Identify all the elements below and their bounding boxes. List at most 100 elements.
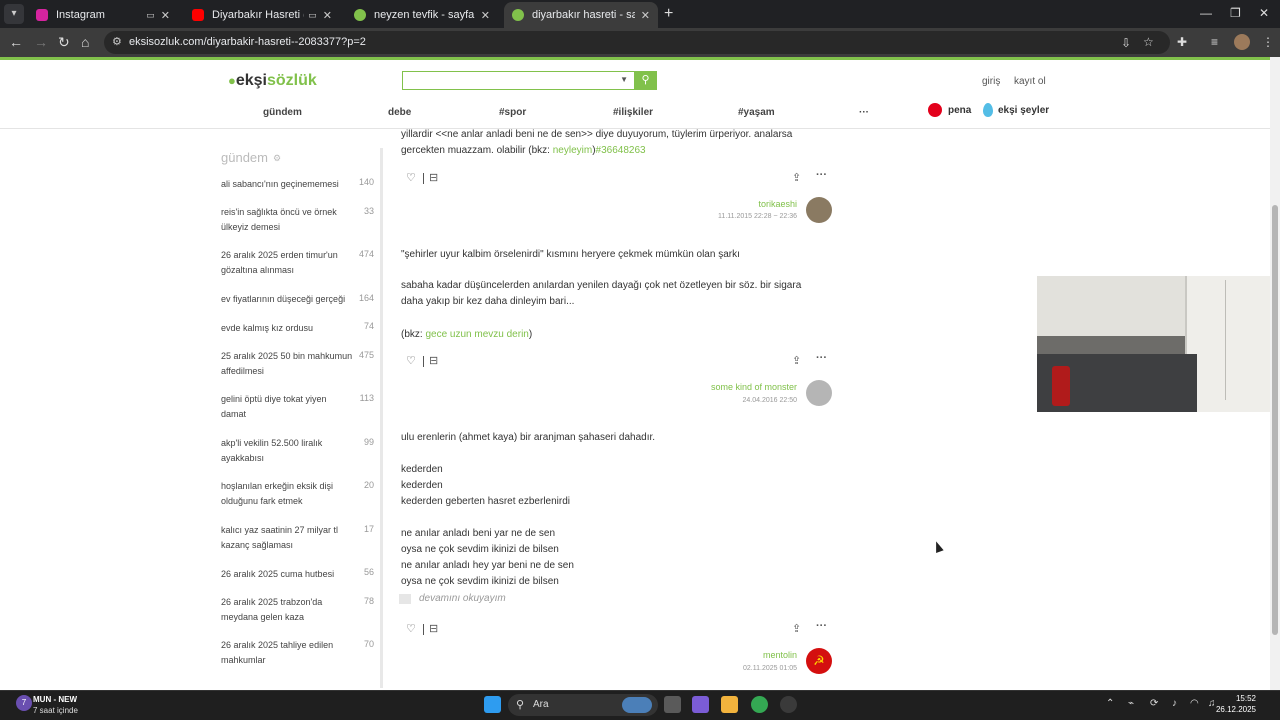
clock-time[interactable]: 15:52	[1236, 694, 1256, 703]
favorite-heart-icon[interactable]: ♡	[406, 171, 416, 184]
nav-iliskiler[interactable]: #ilişkiler	[613, 107, 653, 118]
close-window-icon[interactable]: ✕	[1259, 6, 1269, 20]
file-explorer-icon[interactable]	[721, 696, 738, 713]
volume-icon[interactable]: ♫	[1208, 698, 1216, 709]
bkz-link[interactable]: neyleyim	[553, 145, 592, 156]
eksi-seyler-link[interactable]: ekşi şeyler	[983, 103, 1049, 117]
site-info-icon[interactable]: ⚙	[112, 35, 122, 48]
clock-date[interactable]: 26.12.2025	[1216, 705, 1256, 714]
sidebar-item[interactable]: ali sabancı'nın geçinememesi	[221, 177, 354, 192]
close-tab-icon[interactable]: ✕	[323, 9, 332, 22]
cast-icon[interactable]: ▭	[308, 10, 317, 21]
tray-chevron-icon[interactable]: ⌃	[1106, 698, 1114, 709]
tab-search-chevron-icon[interactable]: ▾	[4, 4, 24, 24]
bkz-link[interactable]: gece uzun mevzu derin	[425, 329, 528, 340]
sidebar-item[interactable]: 25 aralık 2025 50 bin mahkumun affedilme…	[221, 349, 354, 379]
microphone-icon[interactable]: ♪	[1172, 698, 1177, 709]
reload-icon[interactable]: ↻	[58, 34, 70, 51]
entry-date[interactable]: 02.11.2025 01:05	[743, 665, 797, 672]
close-tab-icon[interactable]: ✕	[161, 9, 170, 22]
sidebar-item[interactable]: akp'li vekilin 52.500 liralık ayakkabısı	[221, 436, 354, 466]
favorite-heart-icon[interactable]: ♡	[406, 622, 416, 635]
restore-icon[interactable]: ❐	[1230, 6, 1241, 20]
app-icon[interactable]	[780, 696, 797, 713]
login-link[interactable]: giriş	[982, 76, 1000, 87]
tab-youtube[interactable]: Diyarbakır Hasreti (Ahmet K ▭ ✕	[184, 2, 340, 28]
sidebar-scrollbar[interactable]	[380, 148, 383, 688]
sidebar-item[interactable]: gelini öptü diye tokat yiyen damat	[221, 392, 354, 422]
sidebar-item[interactable]: evde kalmış kız ordusu	[221, 321, 354, 336]
pip-video[interactable]	[1037, 276, 1270, 412]
sidebar-item[interactable]: 26 aralık 2025 erden timur'un gözaltına …	[221, 248, 354, 278]
weather-subtitle[interactable]: 7 saat içinde	[33, 706, 78, 715]
browser-menu-icon[interactable]: ⋮	[1262, 35, 1274, 49]
entry-date[interactable]: 24.04.2016 22:50	[743, 397, 798, 404]
sidebar-title[interactable]: gündem	[221, 150, 268, 165]
search-button[interactable]: ⚲	[634, 71, 657, 90]
more-options-icon[interactable]: ···	[816, 620, 827, 632]
author-avatar[interactable]	[806, 380, 832, 406]
downvote-icon[interactable]: ⊟	[429, 354, 438, 367]
network-icon[interactable]: ⌁	[1128, 698, 1134, 709]
favorite-heart-icon[interactable]: ♡	[406, 354, 416, 367]
new-tab-button[interactable]: +	[664, 5, 673, 23]
nav-yasam[interactable]: #yaşam	[738, 107, 775, 118]
gear-icon[interactable]: ⚙	[273, 153, 281, 164]
author-avatar[interactable]	[806, 197, 832, 223]
sidebar-item[interactable]: kalıcı yaz saatinin 27 milyar tl kazanç …	[221, 523, 354, 553]
profile-avatar[interactable]	[1234, 34, 1250, 50]
bookmark-star-icon[interactable]: ☆	[1143, 35, 1154, 49]
sidebar-item[interactable]: hoşlanılan erkeğin eksik dişi olduğunu f…	[221, 479, 354, 509]
nav-gundem[interactable]: gündem	[263, 107, 302, 118]
sidebar-item[interactable]: 26 aralık 2025 cuma hutbesi	[221, 567, 354, 582]
downvote-icon[interactable]: ⊟	[429, 622, 438, 635]
back-arrow-icon[interactable]: ←	[9, 34, 23, 50]
more-options-icon[interactable]: ···	[816, 169, 827, 181]
register-link[interactable]: kayıt ol	[1014, 76, 1046, 87]
forward-arrow-icon[interactable]: →	[34, 34, 48, 50]
nav-debe[interactable]: debe	[388, 107, 411, 118]
copilot-icon[interactable]	[692, 696, 709, 713]
home-icon[interactable]: ⌂	[81, 34, 89, 50]
wifi-icon[interactable]: ◠	[1190, 698, 1199, 709]
entry-author[interactable]: some kind of monster	[711, 382, 797, 392]
reading-list-icon[interactable]: ≡	[1211, 35, 1218, 49]
task-view-icon[interactable]	[664, 696, 681, 713]
entry-author[interactable]: mentolin	[763, 650, 797, 660]
windows-start-icon[interactable]	[484, 696, 501, 713]
search-input[interactable]: ▼	[402, 71, 636, 90]
entry-date[interactable]: 11.11.2015 22:28 ~ 22:36	[718, 213, 797, 220]
search-options-chevron-icon[interactable]: ▼	[620, 75, 628, 84]
close-tab-icon[interactable]: ✕	[481, 9, 490, 22]
minimize-icon[interactable]: —	[1200, 6, 1212, 20]
tab-instagram[interactable]: Instagram ▭ ✕	[28, 2, 178, 28]
sidebar-item[interactable]: 26 aralık 2025 trabzon'da meydana gelen …	[221, 595, 354, 625]
entry-author[interactable]: torikaeshi	[758, 199, 797, 209]
weather-title[interactable]: MUN - NEW	[33, 695, 77, 704]
sidebar-item[interactable]: reis'in sağlıkta öncü ve örnek ülkeyiz d…	[221, 205, 354, 235]
cast-icon[interactable]: ▭	[146, 10, 155, 21]
weather-icon[interactable]: 7	[16, 695, 32, 711]
share-icon[interactable]: ⇪	[792, 171, 801, 184]
share-icon[interactable]: ⇪	[792, 622, 801, 635]
share-icon[interactable]: ⇪	[792, 354, 801, 367]
close-tab-icon[interactable]: ✕	[641, 9, 650, 22]
read-more-link[interactable]: devamını okuyayım	[399, 593, 506, 604]
site-logo[interactable]: ●ekşisözlük	[228, 72, 317, 90]
extensions-icon[interactable]: ✚	[1177, 35, 1187, 49]
more-options-icon[interactable]: ···	[816, 352, 827, 364]
downvote-icon[interactable]: ⊟	[429, 171, 438, 184]
entry-reference-link[interactable]: #36648263	[596, 145, 646, 156]
url-text[interactable]: eksisozluk.com/diyarbakir-hasreti--20833…	[129, 36, 366, 48]
tab-diyarbakir-hasreti[interactable]: diyarbakır hasreti - sayfa 2 - ekş ✕	[504, 2, 658, 28]
nav-more[interactable]: ···	[859, 107, 869, 118]
address-bar[interactable]: ⚙ eksisozluk.com/diyarbakir-hasreti--208…	[104, 31, 1170, 54]
install-app-icon[interactable]: ⇩	[1121, 36, 1131, 50]
taskbar-search[interactable]: ⚲ Ara	[508, 694, 658, 716]
nav-spor[interactable]: #spor	[499, 107, 526, 118]
tab-neyzen-tevfik[interactable]: neyzen tevfik - sayfa 10 - ekşi s ✕	[346, 2, 498, 28]
sidebar-item[interactable]: ev fiyatlarının düşeceği gerçeği	[221, 292, 354, 307]
chrome-icon[interactable]	[751, 696, 768, 713]
sync-icon[interactable]: ⟳	[1150, 698, 1158, 709]
page-scrollbar-thumb[interactable]	[1272, 205, 1278, 635]
